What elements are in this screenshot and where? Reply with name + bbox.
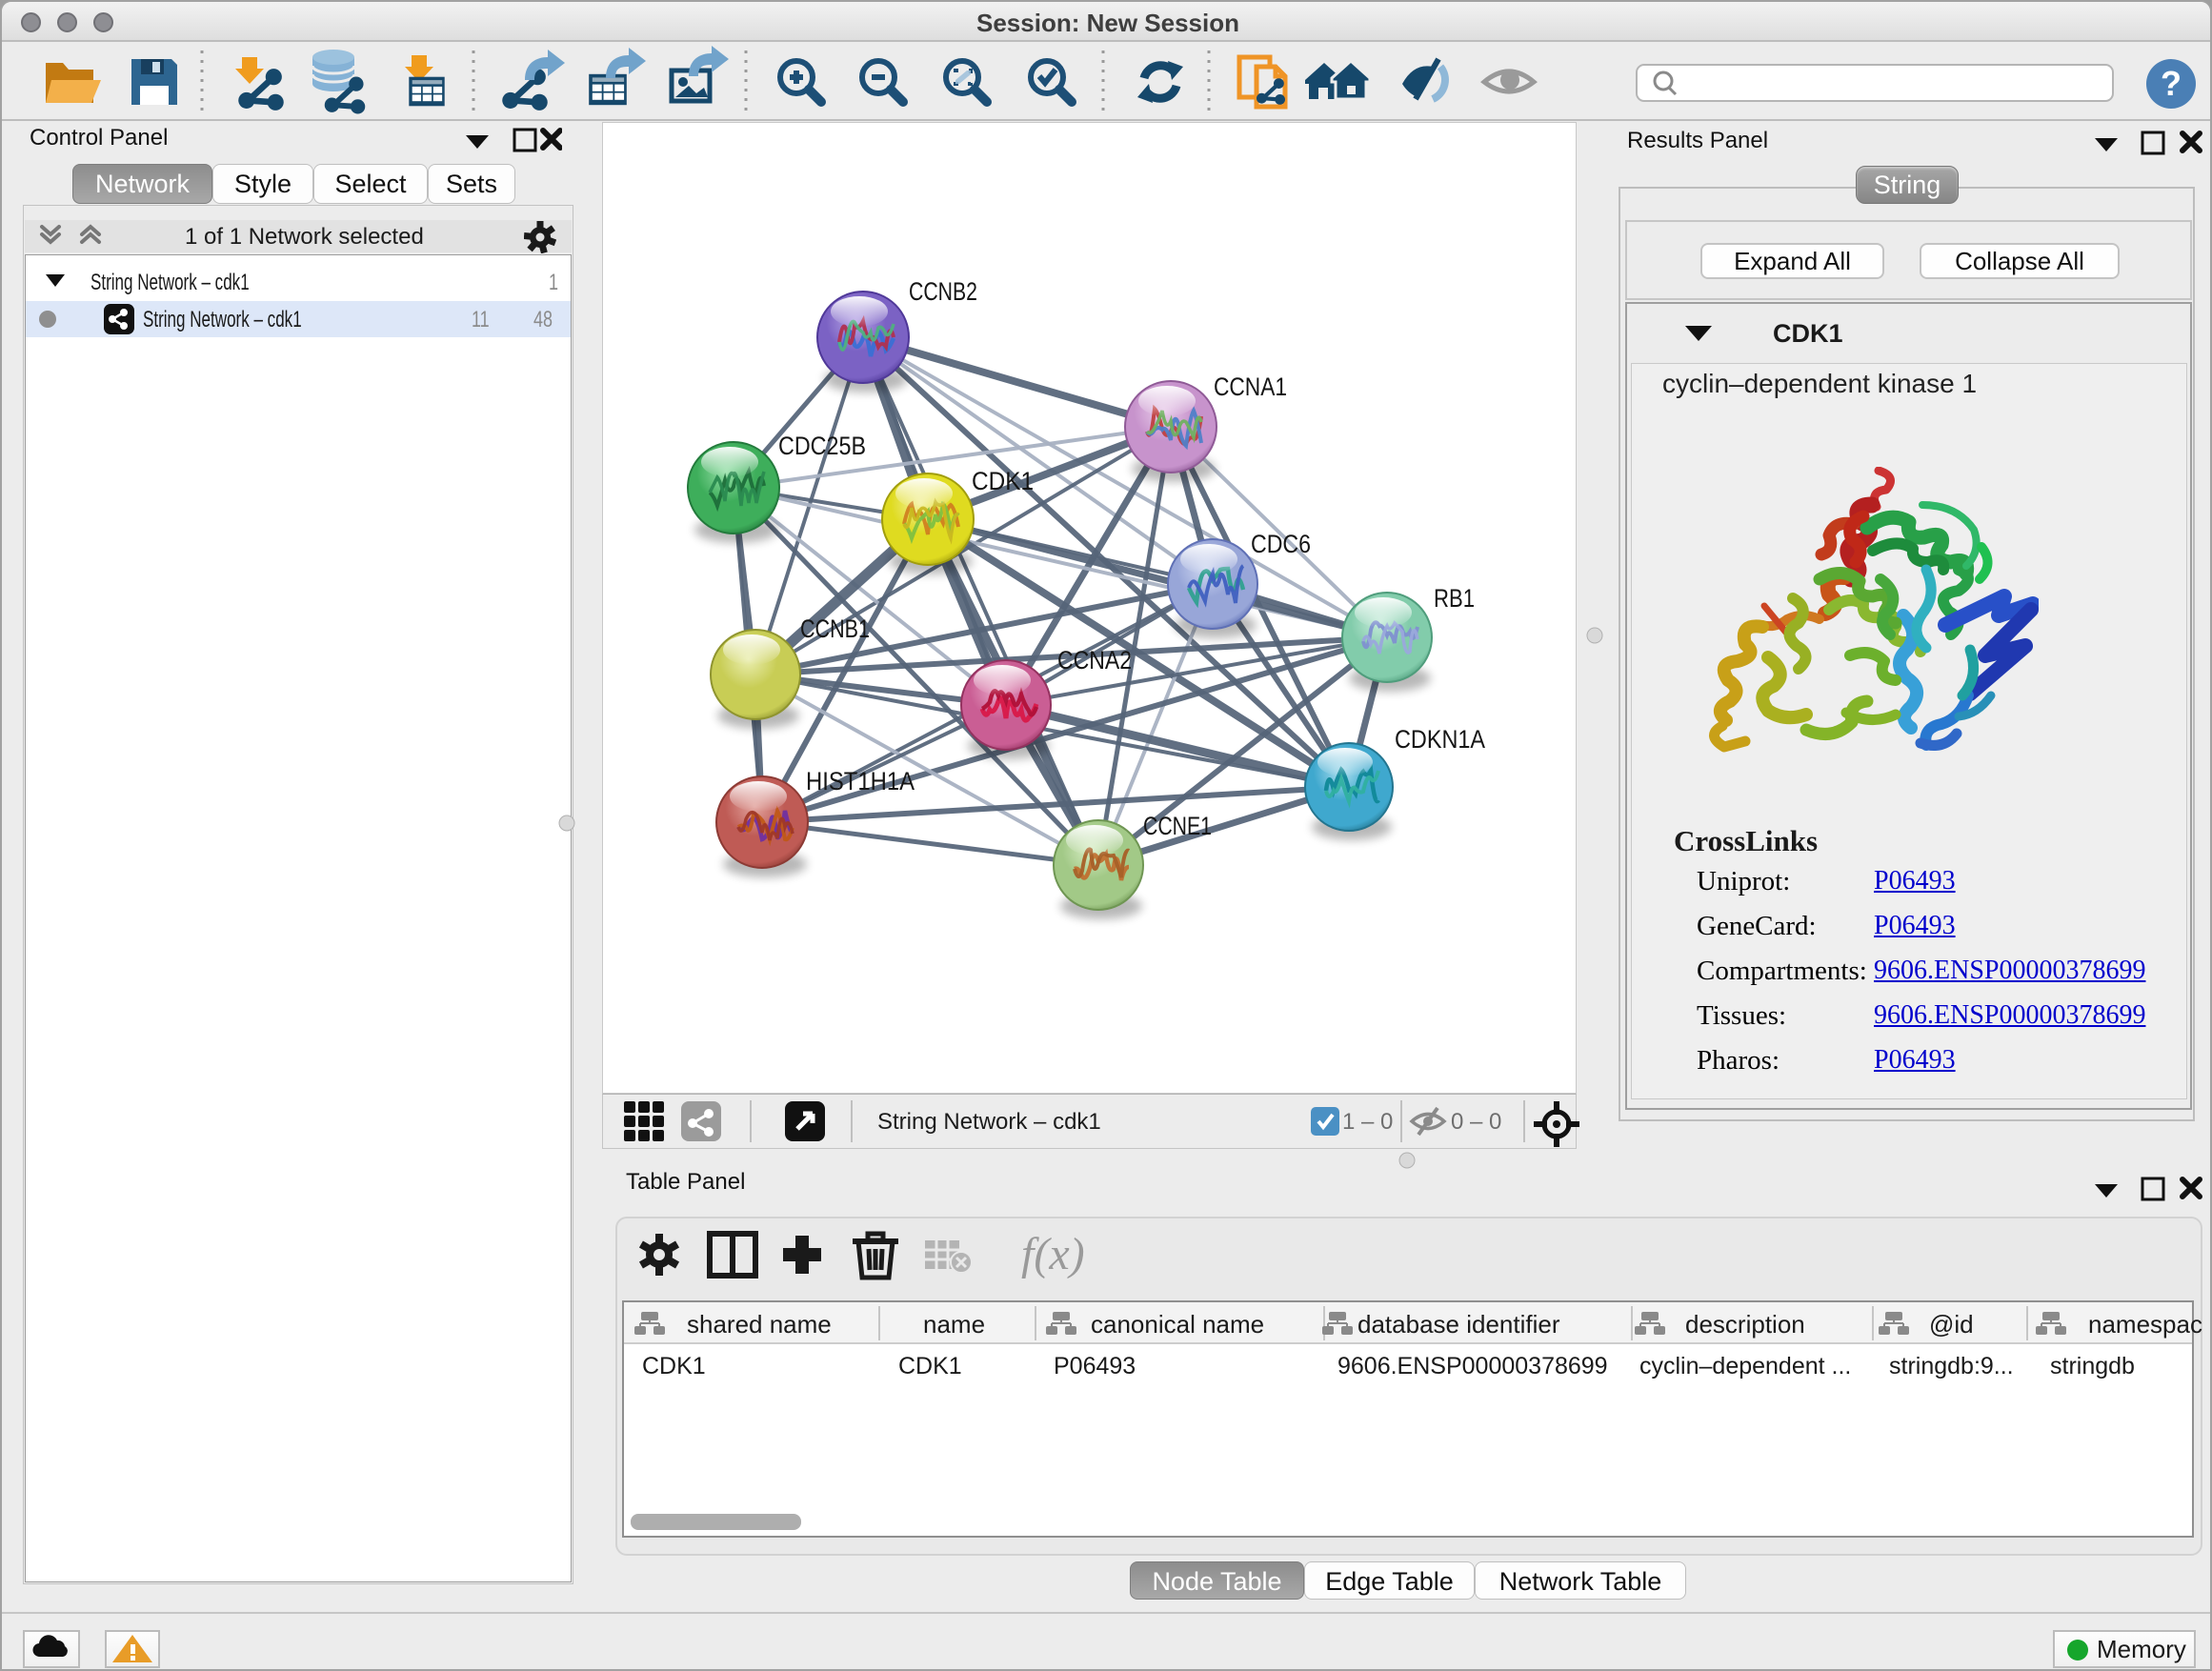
svg-text:CCNB1: CCNB1 [800,614,870,643]
svg-text:String Network – cdk1: String Network – cdk1 [877,1109,1101,1135]
svg-text:f(x): f(x) [1021,1229,1085,1279]
svg-text:CDK1: CDK1 [972,467,1034,495]
svg-text:HIST1H1A: HIST1H1A [806,767,915,795]
svg-text:?: ? [2161,64,2182,103]
svg-text:CCNB2: CCNB2 [909,277,977,306]
svg-text:1 – 0: 1 – 0 [1342,1109,1393,1135]
svg-text:RB1: RB1 [1434,584,1475,613]
svg-text:CCNA2: CCNA2 [1057,646,1132,674]
svg-text:CDC25B: CDC25B [778,432,866,460]
svg-text:CDC6: CDC6 [1251,530,1311,558]
svg-text:CCNA1: CCNA1 [1214,372,1287,401]
svg-text:CCNE1: CCNE1 [1143,812,1212,840]
svg-text:CDKN1A: CDKN1A [1395,725,1485,754]
svg-text:0 – 0: 0 – 0 [1451,1109,1501,1135]
